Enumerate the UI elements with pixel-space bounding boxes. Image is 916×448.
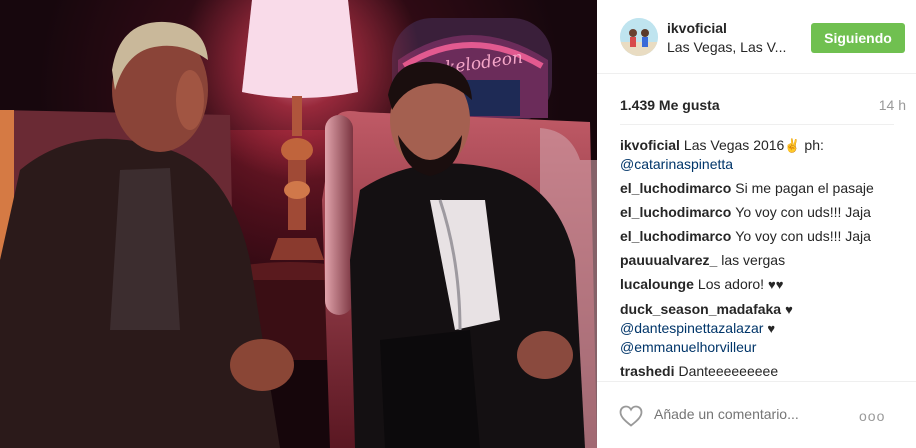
comment-user[interactable]: el_luchodimarco bbox=[620, 204, 731, 220]
photo-image: Nickelodeon bbox=[0, 0, 597, 448]
avatar[interactable] bbox=[620, 18, 658, 56]
comment-text: Yo voy con uds!!! Jaja bbox=[735, 228, 871, 244]
add-comment-row: ooo bbox=[597, 381, 916, 448]
post-photo[interactable]: Nickelodeon bbox=[0, 0, 597, 448]
comment-text: Las Vegas 2016 bbox=[683, 137, 785, 153]
heart-emoji: ♥ bbox=[767, 321, 776, 336]
comment-user[interactable]: lucalounge bbox=[620, 276, 694, 292]
comment-text: Los adoro! bbox=[697, 276, 765, 292]
comment-item: el_luchodimarco Si me pagan el pasaje bbox=[620, 179, 910, 197]
comment-text: Danteeeeeeeee bbox=[678, 363, 779, 379]
comment-user[interactable]: trashedi bbox=[620, 363, 674, 379]
comment-user[interactable]: duck_season_madafaka bbox=[620, 301, 781, 317]
post-header: ikvoficial Las Vegas, Las V... Siguiendo bbox=[597, 0, 916, 74]
post-location[interactable]: Las Vegas, Las V... bbox=[667, 39, 807, 55]
mention-link[interactable]: @catarinaspinetta bbox=[620, 156, 733, 172]
heart-icon[interactable] bbox=[619, 405, 643, 427]
comment-text: las vergas bbox=[721, 252, 786, 268]
comment-item: trashedi Danteeeeeeeee bbox=[620, 362, 910, 380]
avatar-image bbox=[620, 18, 658, 56]
mention-link[interactable]: @dantespinettazalazar bbox=[620, 320, 763, 336]
comment-caption: ikvoficial Las Vegas 2016✌ ph: @catarinas… bbox=[620, 136, 910, 173]
comment-text: Yo voy con uds!!! Jaja bbox=[735, 204, 871, 220]
comment-user[interactable]: ikvoficial bbox=[620, 137, 680, 153]
heart-emoji: ♥ bbox=[785, 302, 793, 317]
comment-user[interactable]: el_luchodimarco bbox=[620, 180, 731, 196]
more-options-icon[interactable]: ooo bbox=[859, 408, 885, 424]
post-time[interactable]: 14 h bbox=[879, 97, 906, 113]
comment-user[interactable]: pauuualvarez_ bbox=[620, 252, 717, 268]
comment-text: Si me pagan el pasaje bbox=[735, 180, 874, 196]
hearts-emoji: ♥♥ bbox=[767, 277, 784, 292]
comment-item: lucalounge Los adoro! ♥♥ bbox=[620, 275, 910, 294]
post-stats: 1.439 Me gusta 14 h bbox=[620, 97, 906, 115]
add-comment-input[interactable] bbox=[654, 406, 854, 422]
following-button[interactable]: Siguiendo bbox=[811, 23, 905, 53]
comment-item: el_luchodimarco Yo voy con uds!!! Jaja bbox=[620, 203, 910, 221]
comment-list: ikvoficial Las Vegas 2016✌ ph: @catarinas… bbox=[620, 136, 910, 380]
emoji: ✌ bbox=[784, 138, 801, 153]
post-sidebar: ikvoficial Las Vegas, Las V... Siguiendo… bbox=[597, 0, 916, 448]
comment-item: duck_season_madafaka ♥ @dantespinettazala… bbox=[620, 300, 910, 356]
likes-count[interactable]: 1.439 Me gusta bbox=[620, 97, 720, 113]
mention-link[interactable]: @emmanuelhorvilleur bbox=[620, 339, 756, 355]
divider bbox=[620, 124, 894, 125]
comment-text-extra: ph: bbox=[800, 137, 824, 153]
comment-item: pauuualvarez_ las vergas bbox=[620, 251, 910, 269]
post-username[interactable]: ikvoficial bbox=[667, 20, 727, 36]
comment-item: el_luchodimarco Yo voy con uds!!! Jaja bbox=[620, 227, 910, 245]
instagram-post-modal: Nickelodeon ikvoficial Las Vegas, Las V.… bbox=[0, 0, 916, 448]
comment-user[interactable]: el_luchodimarco bbox=[620, 228, 731, 244]
